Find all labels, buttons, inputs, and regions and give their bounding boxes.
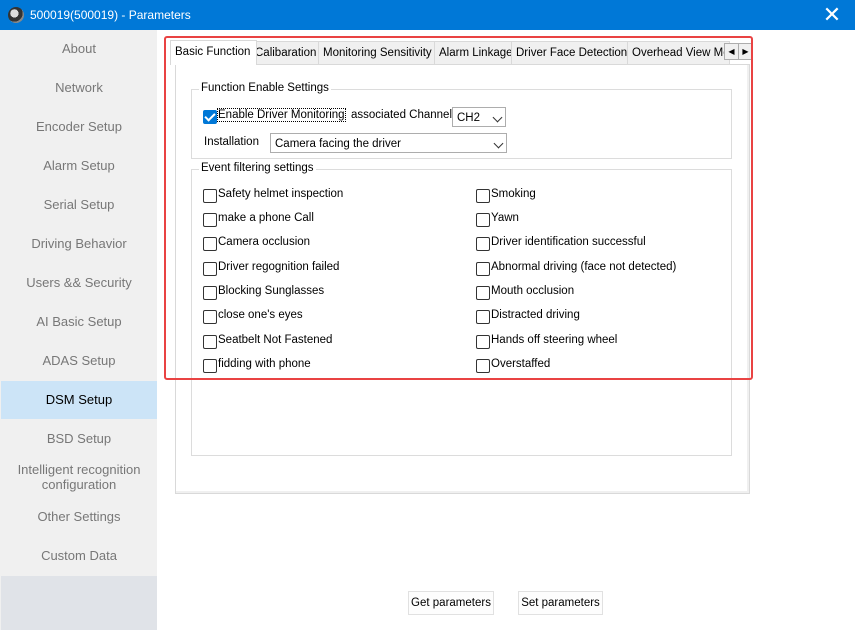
smoking-label: Smoking — [491, 188, 536, 200]
function-enable-title: Function Enable Settings — [199, 82, 331, 94]
close-eyes-label: close one's eyes — [218, 309, 303, 321]
abnormal-driving-label: Abnormal driving (face not detected) — [491, 261, 677, 273]
smoking-checkbox[interactable] — [476, 189, 490, 203]
event-filtering-title: Event filtering settings — [199, 162, 316, 174]
close-eyes-checkbox[interactable] — [203, 310, 217, 324]
abnormal-driving-checkbox[interactable] — [476, 262, 490, 276]
phone-call-label: make a phone Call — [218, 212, 314, 224]
window-title: 500019(500019) - Parameters — [30, 8, 191, 22]
driver-identification-checkbox[interactable] — [476, 237, 490, 251]
sidebar-item-other-settings[interactable]: Other Settings — [1, 506, 157, 528]
yawn-label: Yawn — [491, 212, 519, 224]
mouth-occlusion-label: Mouth occlusion — [491, 285, 575, 297]
tab-scroll-right-button[interactable]: ▶ — [738, 43, 753, 60]
tab-monitoring-sensitivity[interactable]: Monitoring Sensitivity — [318, 41, 439, 64]
app-camera-icon — [8, 7, 24, 23]
sidebar-item-encoder-setup[interactable]: Encoder Setup — [1, 116, 157, 138]
tab-strip: Basic Function Calibaration Monitoring S… — [168, 40, 753, 65]
distracted-driving-label: Distracted driving — [491, 309, 580, 321]
tab-overhead-view[interactable]: Overhead View Mc — [627, 41, 730, 64]
camera-occlusion-checkbox[interactable] — [203, 237, 217, 251]
sidebar-item-users-security[interactable]: Users && Security — [1, 272, 157, 294]
associated-channel-label: associated Channel: — [351, 109, 456, 121]
tab-calibaration[interactable]: Calibaration — [250, 41, 323, 64]
channel-select-value: CH2 — [457, 112, 481, 124]
fidding-phone-checkbox[interactable] — [203, 359, 217, 373]
yawn-checkbox[interactable] — [476, 213, 490, 227]
sidebar-item-custom-data[interactable]: Custom Data — [1, 545, 157, 567]
sidebar-item-serial-setup[interactable]: Serial Setup — [1, 194, 157, 216]
driver-identification-label: Driver identification successful — [491, 236, 646, 248]
channel-select[interactable]: CH2 — [452, 107, 506, 127]
chevron-down-icon — [492, 112, 503, 123]
close-button[interactable]: ✕ — [809, 0, 855, 30]
installation-select[interactable]: Camera facing the driver — [270, 133, 507, 153]
get-parameters-button[interactable]: Get parameters — [408, 591, 494, 615]
sidebar-item-network[interactable]: Network — [1, 77, 157, 99]
sidebar-item-ai-basic-setup[interactable]: AI Basic Setup — [1, 311, 157, 333]
sidebar-item-dsm-setup[interactable]: DSM Setup — [1, 381, 157, 419]
tab-scroll-left-button[interactable]: ◀ — [724, 43, 739, 60]
sidebar-item-adas-setup[interactable]: ADAS Setup — [1, 350, 157, 372]
fidding-phone-label: fidding with phone — [218, 358, 311, 370]
sidebar: About Network Encoder Setup Alarm Setup … — [1, 30, 157, 630]
title-bar: 500019(500019) - Parameters ✕ — [0, 0, 855, 30]
enable-driver-monitoring-checkbox[interactable] — [203, 110, 217, 124]
driver-recognition-failed-label: Driver regognition failed — [218, 261, 340, 273]
enable-driver-monitoring-label: Enable Driver Monitoring — [217, 108, 346, 122]
overstaffed-checkbox[interactable] — [476, 359, 490, 373]
installation-label: Installation — [204, 136, 259, 148]
mouth-occlusion-checkbox[interactable] — [476, 286, 490, 300]
sidebar-item-driving-behavior[interactable]: Driving Behavior — [1, 233, 157, 255]
seatbelt-label: Seatbelt Not Fastened — [218, 334, 333, 346]
tab-basic-function[interactable]: Basic Function — [170, 40, 257, 65]
blocking-sunglasses-checkbox[interactable] — [203, 286, 217, 300]
sidebar-item-alarm-setup[interactable]: Alarm Setup — [1, 155, 157, 177]
seatbelt-checkbox[interactable] — [203, 335, 217, 349]
driver-recognition-failed-checkbox[interactable] — [203, 262, 217, 276]
hands-off-wheel-checkbox[interactable] — [476, 335, 490, 349]
sidebar-item-intelligent-recognition[interactable]: Intelligent recognition configuration — [1, 462, 157, 496]
installation-select-value: Camera facing the driver — [275, 138, 401, 150]
hands-off-wheel-label: Hands off steering wheel — [491, 334, 618, 346]
tab-driver-face-detection[interactable]: Driver Face Detection — [511, 41, 631, 64]
sidebar-item-about[interactable]: About — [1, 38, 157, 60]
set-parameters-button[interactable]: Set parameters — [518, 591, 603, 615]
safety-helmet-label: Safety helmet inspection — [218, 188, 344, 200]
phone-call-checkbox[interactable] — [203, 213, 217, 227]
overstaffed-label: Overstaffed — [491, 358, 551, 370]
sidebar-footer — [1, 576, 157, 630]
blocking-sunglasses-label: Blocking Sunglasses — [218, 285, 325, 297]
sidebar-item-bsd-setup[interactable]: BSD Setup — [1, 428, 157, 450]
safety-helmet-checkbox[interactable] — [203, 189, 217, 203]
camera-occlusion-label: Camera occlusion — [218, 236, 311, 248]
chevron-down-icon — [493, 138, 504, 149]
distracted-driving-checkbox[interactable] — [476, 310, 490, 324]
tab-alarm-linkage[interactable]: Alarm Linkage — [434, 41, 516, 64]
